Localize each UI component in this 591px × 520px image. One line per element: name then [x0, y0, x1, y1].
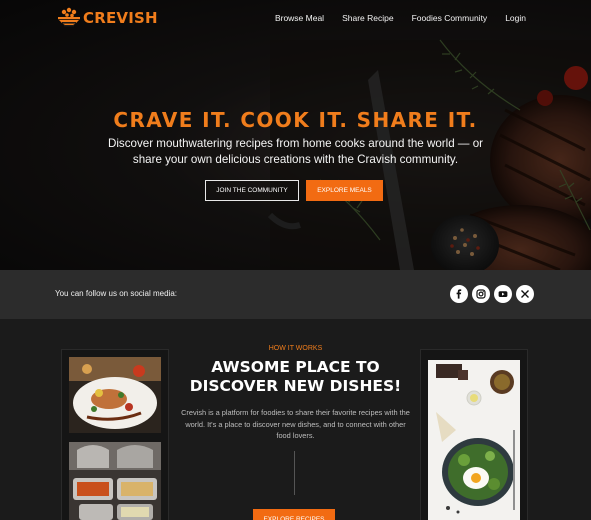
how-it-works-title: AWSOME PLACE TO DISCOVER NEW DISHES!: [189, 358, 402, 395]
buffet-trays-photo: [69, 442, 161, 520]
food-plate-photo: [69, 357, 161, 433]
hero-overlay: [0, 0, 591, 270]
right-photo-card: [420, 349, 528, 520]
social-media-label: You can follow us on social media:: [55, 289, 177, 298]
instagram-icon[interactable]: [472, 285, 490, 303]
nav-browse-meal[interactable]: Browse Meal: [275, 13, 324, 23]
hero-section: CRAVE IT. COOK IT. SHARE IT. Discover mo…: [0, 0, 591, 270]
divider-line: [294, 451, 295, 495]
nav-share-recipe[interactable]: Share Recipe: [342, 13, 394, 23]
brand-logo[interactable]: CREVISH: [56, 6, 158, 30]
brand-name: CREVISH: [83, 9, 158, 27]
nav-links: Browse Meal Share Recipe Foodies Communi…: [275, 13, 526, 23]
nav-login[interactable]: Login: [505, 13, 526, 23]
explore-recipes-button[interactable]: EXPLORE RECIPES: [253, 509, 335, 520]
egg-salad-photo: [428, 360, 520, 520]
explore-meals-button[interactable]: EXPLORE MEALS: [306, 180, 383, 201]
nav-foodies-community[interactable]: Foodies Community: [412, 13, 488, 23]
facebook-icon[interactable]: [450, 285, 468, 303]
youtube-icon[interactable]: [494, 285, 512, 303]
join-community-button[interactable]: JOIN THE COMMUNITY: [205, 180, 299, 201]
x-icon[interactable]: [516, 285, 534, 303]
social-icons: [450, 285, 534, 303]
hero-title: CRAVE IT. COOK IT. SHARE IT.: [113, 108, 478, 132]
how-it-works-description: Crevish is a platform for foodies to sha…: [181, 408, 410, 440]
how-it-works-section: HOW IT WORKS AWSOME PLACE TO DISCOVER NE…: [0, 319, 591, 520]
top-navbar: CREVISH Browse Meal Share Recipe Foodies…: [0, 0, 591, 38]
social-media-strip: You can follow us on social media:: [0, 270, 591, 319]
bowl-logo-icon: [58, 7, 80, 27]
left-photo-card: [61, 349, 169, 520]
hero-subtitle: Discover mouthwatering recipes from home…: [107, 137, 484, 166]
